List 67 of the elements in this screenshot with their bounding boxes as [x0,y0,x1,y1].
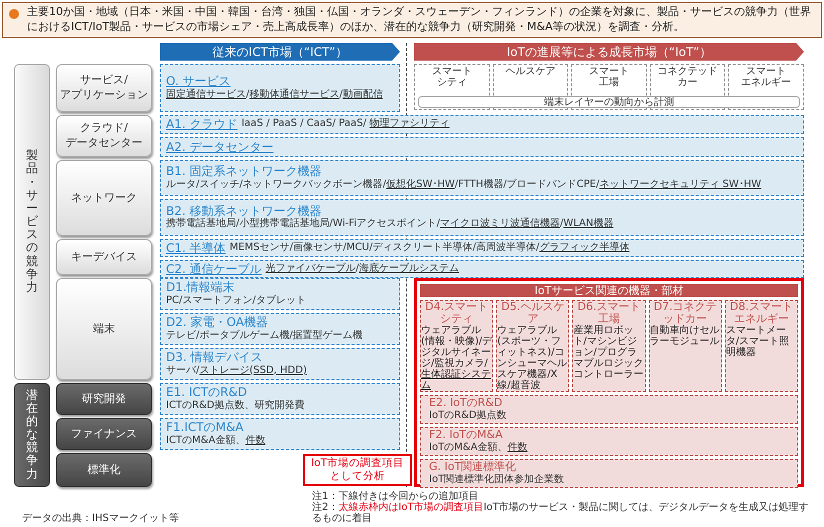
item-detail: IaaS / PaaS / CaaS/ PaaS/ 物理ファシリティ [241,118,450,131]
footnote: 注1：下線付きは今回からの追加項目 [312,490,480,502]
callout-text: IoT市場の調査項目 [311,456,404,470]
market-label: スマート [745,66,788,77]
item-title: D2. 家電・OA機器 [166,315,269,330]
device-detail: ウェアラブル(情報・映像)/デジタルサイネージ/監視カメラ/ 生体認証システム [421,324,492,391]
device-title: D8.スマートエネルギー [728,300,794,325]
category-block: 標準化 [56,452,152,487]
item-title: E2. IoTのR&D [429,396,504,410]
item-detail: ICTのR&D拠点数、研究開発費 [166,400,306,412]
item-title: F1.ICTのM&A [166,420,245,434]
group-bar: 製品・サービスの競争力 [14,64,50,380]
market-label: 工場 [598,76,620,88]
item-detail: IoT関連標準化団体参加企業数 [429,474,566,486]
item-title: A1. クラウド [166,117,238,132]
item-detail: IoTのR&D拠点数 [429,410,508,422]
device-title: D7.コネクテッドカー [652,300,718,325]
item-title: B2. 移動系ネットワーク機器 [166,204,322,218]
item-detail: PC/スマートフォン/タブレット [166,294,307,308]
item-title: D3. 情報デバイス [166,350,264,365]
item-title: B1. 固定系ネットワーク機器 [166,164,322,179]
item-title: F2. IoTのM&A [429,429,504,442]
market-label: シティ [436,76,468,88]
category-block: サービス/ アプリケーション [56,64,152,112]
device-detail: 自動車向けセルラーモジュール [650,324,721,347]
device-title: D6.スマート工場 [578,300,642,325]
device-title: D4.スマートシティ [424,300,490,325]
market-label: ヘルスケア [504,66,556,77]
category-block: 研究開発 [56,382,152,415]
frame-header: IoTサービス関連の機器・部材 [420,284,798,297]
footnote: 注2：太線赤枠内はIoT市場の調査項目 IoT市場のサービス・製品に関しては、デジタルデータを生成又は処理するものに着目 [312,502,810,524]
device-detail: ウェアラブル(スポーツ・フィットネス)/コンシューマヘルスケア機器/X線/超音波 [497,324,568,391]
market-label: エネルギー [740,76,792,88]
category-block: ネットワーク [56,160,152,236]
market-label: コネクテッド [656,66,719,77]
category-block: キーデバイス [56,238,152,275]
device-detail: 産業用ロボット/マシンビジョン/プログラマブルロジックコントローラー [573,324,644,380]
item-detail: テレビ/ポータブルゲーム機/据置型ゲーム機 [166,330,364,342]
item-detail: ルータ/スイッチ/ネットワークバックボーン機器/仮想化SW･HW/FTTH機器/ブロードバンドCPE/ネットワークセキュリティ SW･HW [166,178,762,192]
item-detail: IoTのM&A金額、件数 [429,442,528,454]
market-label: スマート [430,66,473,77]
item-title: C2. 通信ケーブル [166,262,262,276]
device-title: D5.ヘルスケア [500,300,566,325]
category-block: ファイナンス [56,418,152,450]
item-detail: 携帯電話基地局/小型携帯電話基地局/Wi-Fiアクセスポイント/マイクロ波ミリ波通信機器/WLAN機器 [166,218,614,231]
item-detail: サーバ/ストレージ(SSD, HDD) [166,364,308,378]
item-title: O. サービス [166,74,232,88]
measurement-bar: 端末レイヤーの動向から計測 [418,96,800,108]
item-detail: 光ファイバケーブル/海底ケーブルシステム [266,263,460,276]
item-detail: ICTのM&A金額、件数 [166,434,266,448]
item-title: E1. ICTのR&D [166,385,248,400]
item-detail: MEMSセンサ/画像センサ/MCU/ディスクリート半導体/高周波半導体/グラフィック半導体 [230,242,630,254]
group-bar: 潜在的な競争力 [14,382,50,487]
item-title: G. IoT関連標準化 [429,461,518,474]
item-title: D1.情報端末 [166,280,236,295]
item-title: C1. 半導体 [166,240,226,256]
category-block: クラウド/ データセンター [56,114,152,157]
banner-text: 主要10か国・地域（日本・米国・中国・韓国・台湾・独国・仏国・オランダ・スウェーデン・フィンランド）の企業を対象に、製品・サービスの競争力（世界におけるICT/IoT製品・サービスの市場シェア・売上高成長率）のほか、潜在的な競争力（研究開発・M&A等の状況）を調査・分析。 [27,5,812,35]
item-title: A2. データセンター [166,140,274,154]
device-detail: スマートメータ/スマート照明機器 [726,324,790,358]
bullet-icon [9,9,19,19]
source-note: データの出典：IHSマークイット等 [22,512,180,524]
market-label: スマート [588,66,630,77]
market-label: カー [676,76,699,88]
category-block: 端末 [56,278,152,380]
callout-text: として分析 [330,470,386,483]
item-detail: 固定通信サービス/移動体通信サービス/動画配信 [166,88,384,102]
